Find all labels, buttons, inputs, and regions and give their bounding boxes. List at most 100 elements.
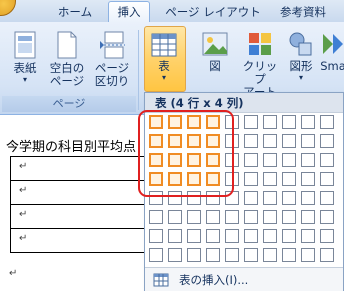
grid-cell[interactable] [225, 115, 239, 129]
picture-button[interactable]: 図 [200, 30, 230, 73]
tab-home[interactable]: ホーム [44, 2, 106, 22]
grid-cell[interactable] [149, 191, 163, 205]
grid-cell-selected[interactable] [206, 115, 220, 129]
grid-cell[interactable] [320, 172, 334, 186]
grid-cell[interactable] [187, 191, 201, 205]
grid-cell[interactable] [168, 191, 182, 205]
grid-cell[interactable] [282, 191, 296, 205]
cover-page-button[interactable]: 表紙 ▾ [8, 30, 42, 84]
tab-references[interactable]: 参考資料 [272, 2, 334, 22]
grid-cell-selected[interactable] [149, 172, 163, 186]
clipart-button[interactable]: クリップ アート [238, 30, 282, 99]
grid-cell[interactable] [320, 134, 334, 148]
blank-page-button[interactable]: 空白の ページ [46, 30, 88, 88]
insert-table-menu-item[interactable]: 表の挿入(I)... [145, 267, 343, 291]
grid-cell-selected[interactable] [187, 134, 201, 148]
grid-cell[interactable] [263, 153, 277, 167]
grid-cell-selected[interactable] [187, 172, 201, 186]
grid-cell[interactable] [187, 229, 201, 243]
grid-cell[interactable] [320, 191, 334, 205]
grid-cell[interactable] [244, 191, 258, 205]
document-heading[interactable]: 今学期の科目別平均点 [6, 136, 136, 155]
grid-cell[interactable] [320, 210, 334, 224]
grid-cell-selected[interactable] [149, 115, 163, 129]
document-table[interactable]: ↵ ↵ ↵ ↵ [10, 156, 151, 253]
grid-cell[interactable] [225, 134, 239, 148]
grid-cell[interactable] [282, 115, 296, 129]
grid-cell[interactable] [282, 172, 296, 186]
grid-cell[interactable] [301, 248, 315, 262]
smartart-button[interactable]: Sma [318, 30, 344, 73]
grid-cell[interactable] [206, 210, 220, 224]
grid-cell[interactable] [263, 115, 277, 129]
grid-cell[interactable] [263, 210, 277, 224]
grid-cell[interactable] [263, 172, 277, 186]
grid-cell[interactable] [282, 210, 296, 224]
grid-cell[interactable] [244, 115, 258, 129]
grid-cell[interactable] [263, 229, 277, 243]
grid-cell-selected[interactable] [206, 172, 220, 186]
grid-cell[interactable] [225, 248, 239, 262]
table-row[interactable]: ↵ [11, 229, 151, 252]
grid-cell[interactable] [301, 210, 315, 224]
table-button-content[interactable]: 表 ▾ [144, 32, 184, 82]
grid-cell-selected[interactable] [168, 134, 182, 148]
grid-cell-selected[interactable] [168, 153, 182, 167]
grid-cell[interactable] [187, 248, 201, 262]
grid-cell-selected[interactable] [206, 134, 220, 148]
grid-cell[interactable] [320, 115, 334, 129]
grid-cell[interactable] [263, 134, 277, 148]
grid-cell-selected[interactable] [149, 153, 163, 167]
grid-cell[interactable] [320, 229, 334, 243]
page-break-button[interactable]: ページ 区切り [92, 30, 132, 88]
grid-cell[interactable] [244, 229, 258, 243]
grid-cell[interactable] [206, 191, 220, 205]
grid-cell[interactable] [225, 210, 239, 224]
grid-cell-selected[interactable] [187, 153, 201, 167]
grid-cell[interactable] [263, 248, 277, 262]
table-row[interactable]: ↵ [11, 181, 151, 205]
grid-cell[interactable] [282, 153, 296, 167]
grid-cell[interactable] [244, 248, 258, 262]
shapes-button[interactable]: 図形 ▾ [284, 30, 318, 82]
grid-cell-selected[interactable] [149, 134, 163, 148]
grid-cell[interactable] [301, 172, 315, 186]
grid-cell[interactable] [149, 248, 163, 262]
tab-insert[interactable]: 挿入 [108, 1, 150, 23]
tab-page-layout[interactable]: ページ レイアウト [160, 2, 266, 22]
table-row[interactable]: ↵ [11, 157, 151, 181]
table-grid-picker[interactable] [149, 115, 339, 265]
office-button[interactable] [0, 0, 16, 16]
grid-cell[interactable] [168, 248, 182, 262]
grid-cell[interactable] [244, 210, 258, 224]
grid-cell[interactable] [282, 134, 296, 148]
grid-cell[interactable] [301, 134, 315, 148]
grid-cell[interactable] [168, 210, 182, 224]
table-row[interactable]: ↵ [11, 205, 151, 229]
grid-cell-selected[interactable] [168, 115, 182, 129]
grid-cell[interactable] [225, 172, 239, 186]
grid-cell[interactable] [263, 191, 277, 205]
grid-cell[interactable] [320, 153, 334, 167]
grid-cell[interactable] [301, 153, 315, 167]
grid-cell[interactable] [244, 153, 258, 167]
grid-cell[interactable] [282, 248, 296, 262]
grid-cell-selected[interactable] [168, 172, 182, 186]
grid-cell[interactable] [187, 210, 201, 224]
grid-cell[interactable] [206, 248, 220, 262]
grid-cell[interactable] [149, 210, 163, 224]
grid-cell[interactable] [168, 229, 182, 243]
grid-cell[interactable] [301, 191, 315, 205]
grid-cell[interactable] [225, 191, 239, 205]
grid-cell[interactable] [320, 248, 334, 262]
grid-cell[interactable] [244, 134, 258, 148]
grid-cell[interactable] [282, 229, 296, 243]
grid-cell[interactable] [225, 153, 239, 167]
grid-cell[interactable] [149, 229, 163, 243]
grid-cell[interactable] [301, 115, 315, 129]
grid-cell[interactable] [244, 172, 258, 186]
grid-cell-selected[interactable] [187, 115, 201, 129]
grid-cell[interactable] [206, 229, 220, 243]
grid-cell[interactable] [225, 229, 239, 243]
grid-cell[interactable] [301, 229, 315, 243]
